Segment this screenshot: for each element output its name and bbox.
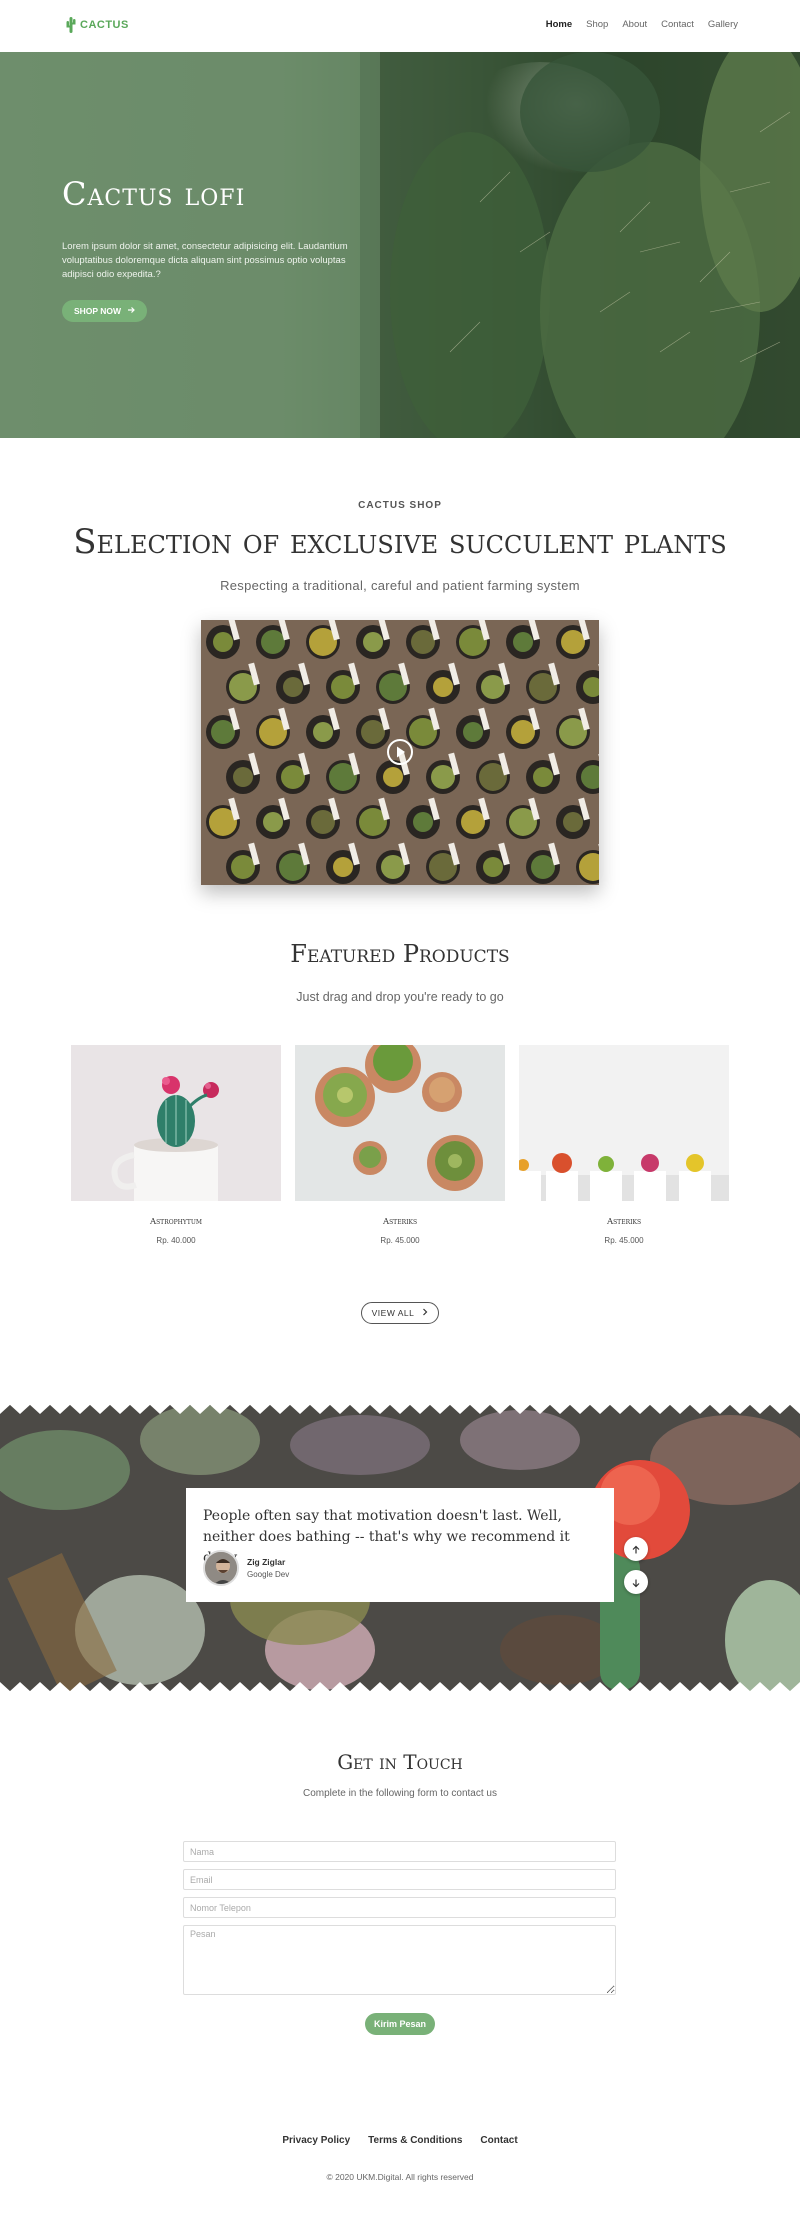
nav-link-about[interactable]: About xyxy=(622,19,647,30)
author-name: Zig Ziglar xyxy=(247,1557,286,1567)
shop-kicker: CACTUS SHOP xyxy=(358,500,442,511)
hero-text: Lorem ipsum dolor sit amet, consectetur … xyxy=(62,241,348,280)
footer-links: Privacy Policy Terms & Conditions Contac… xyxy=(0,2135,800,2146)
shop-now-label: SHOP NOW xyxy=(73,306,122,316)
hero-section: Cactus lofi Lorem ipsum dolor sit amet, … xyxy=(0,52,800,438)
top-navbar: CACTUS Home Shop About Contact Gallery xyxy=(0,0,800,52)
video-thumbnail[interactable] xyxy=(201,620,599,885)
avatar xyxy=(203,1550,239,1586)
email-field[interactable] xyxy=(183,1869,616,1890)
arrow-down-icon xyxy=(631,1573,641,1592)
shop-subtitle: Respecting a traditional, careful and pa… xyxy=(220,578,580,593)
nav-link-shop[interactable]: Shop xyxy=(586,19,608,30)
shop-now-button[interactable]: SHOP NOW xyxy=(62,300,147,322)
product-image-asteriks-1 xyxy=(295,1045,505,1201)
product-image-asteriks-2 xyxy=(519,1045,729,1201)
nav-link-contact[interactable]: Contact xyxy=(661,19,694,30)
hero-title: Cactus lofi xyxy=(62,175,246,213)
product-price: Rp. 40.000 xyxy=(156,1236,196,1245)
testimonial-section: People often say that motivation doesn't… xyxy=(0,1400,800,1696)
next-testimonial-button[interactable] xyxy=(624,1570,648,1594)
product-name: Asteriks xyxy=(606,1217,642,1227)
play-icon[interactable] xyxy=(386,738,414,770)
copyright: © 2020 UKM.Digital. All rights reserved xyxy=(326,2172,474,2182)
product-card[interactable]: Asteriks Rp. 45.000 xyxy=(295,1045,505,1245)
name-field[interactable] xyxy=(183,1841,616,1862)
footer-link-privacy[interactable]: Privacy Policy xyxy=(282,2135,350,2146)
product-card[interactable]: Astrophytum Rp. 40.000 xyxy=(71,1045,281,1245)
nav-link-home[interactable]: Home xyxy=(546,19,572,30)
contact-subtitle: Complete in the following form to contac… xyxy=(303,1788,497,1799)
product-price: Rp. 45.000 xyxy=(380,1236,420,1245)
author-role: Google Dev xyxy=(247,1570,290,1579)
phone-field[interactable] xyxy=(183,1897,616,1918)
send-message-button[interactable]: Kirim Pesan xyxy=(365,2013,435,2035)
arrow-right-icon xyxy=(127,306,135,316)
message-field[interactable] xyxy=(183,1925,616,1995)
product-name: Asteriks xyxy=(382,1217,418,1227)
cactus-logo-icon xyxy=(66,17,76,33)
contact-title: Get in Touch xyxy=(337,1750,463,1774)
testimonial-card: People often say that motivation doesn't… xyxy=(186,1488,614,1602)
testimonial-wave-top xyxy=(0,1400,800,1414)
product-image-astrophytum xyxy=(71,1045,281,1201)
nav-links: Home Shop About Contact Gallery xyxy=(546,19,738,30)
nav-link-gallery[interactable]: Gallery xyxy=(708,19,738,30)
footer-link-contact[interactable]: Contact xyxy=(480,2135,517,2146)
product-price: Rp. 45.000 xyxy=(604,1236,644,1245)
previous-testimonial-button[interactable] xyxy=(624,1537,648,1561)
testimonial-author: Zig Ziglar Google Dev xyxy=(203,1550,289,1586)
view-all-label: VIEW ALL xyxy=(371,1308,415,1318)
logo[interactable]: CACTUS xyxy=(66,16,129,34)
featured-subtitle: Just drag and drop you're ready to go xyxy=(296,990,504,1004)
view-all-button[interactable]: VIEW ALL xyxy=(361,1302,439,1324)
testimonial-wave-bottom xyxy=(0,1682,800,1696)
product-card[interactable]: Asteriks Rp. 45.000 xyxy=(519,1045,729,1245)
shop-title: Selection of exclusive succulent plants xyxy=(73,522,727,562)
logo-text: CACTUS xyxy=(80,19,129,31)
product-name: Astrophytum xyxy=(149,1217,203,1227)
chevron-right-icon xyxy=(422,1308,428,1318)
featured-title: Featured Products xyxy=(290,940,510,968)
footer-link-terms[interactable]: Terms & Conditions xyxy=(368,2135,462,2146)
arrow-up-icon xyxy=(631,1540,641,1559)
